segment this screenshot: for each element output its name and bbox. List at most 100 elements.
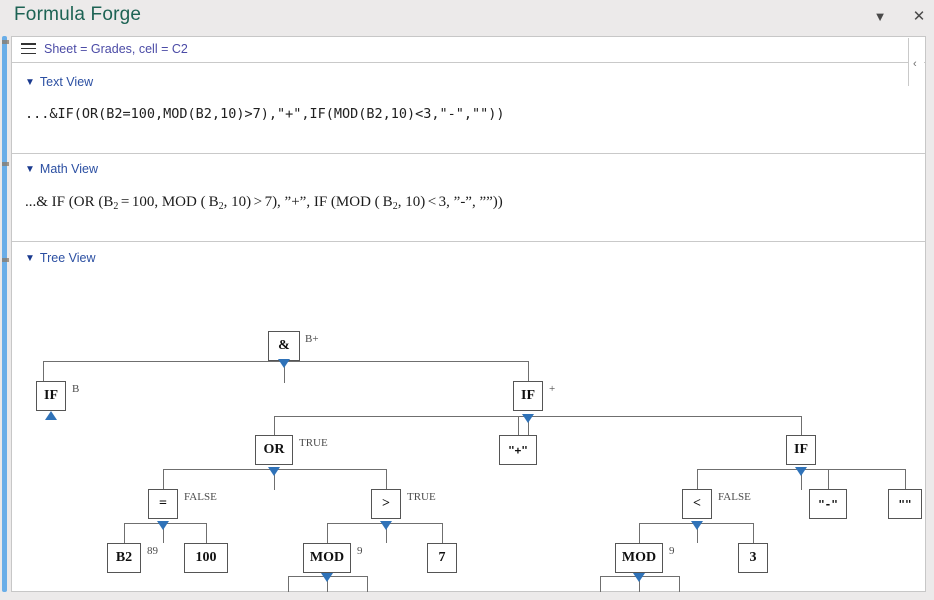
app-window: Formula Forge ▼ ✕ Sheet = Grades, cell =…: [0, 0, 934, 600]
tree-node-cellref-b2[interactable]: B2: [107, 543, 141, 573]
node-label: MOD: [309, 550, 345, 565]
vertical-scrollbar[interactable]: [2, 36, 9, 592]
node-tag-concat: B+: [305, 333, 319, 345]
title-bar: Formula Forge ▼ ✕: [0, 0, 934, 32]
collapse-toggle-icon[interactable]: [321, 573, 333, 582]
tree-node-number-3[interactable]: 3: [738, 543, 768, 573]
node-label: B2: [115, 550, 133, 565]
tree-edge: [274, 416, 801, 417]
math-b2-2: B2: [208, 194, 224, 212]
status-bar: [11, 592, 926, 600]
tree-edge: [163, 469, 164, 489]
tree-edge: [639, 523, 640, 543]
tree-edge: [327, 523, 328, 543]
chevron-down-icon: ▼: [25, 164, 35, 175]
close-button[interactable]: ✕: [910, 8, 928, 26]
collapse-sidebar-button[interactable]: ‹: [908, 38, 924, 86]
tree-node-if-left[interactable]: IF: [36, 381, 66, 411]
node-label: IF: [794, 442, 808, 457]
scrollbar-marker: [2, 258, 9, 262]
node-tag-mod-left: 9: [357, 545, 363, 557]
collapse-toggle-icon[interactable]: [633, 573, 645, 582]
collapse-toggle-icon[interactable]: [157, 521, 169, 530]
tree-node-mod-left[interactable]: MOD: [303, 543, 351, 573]
tree-node-equals[interactable]: =: [148, 489, 178, 519]
node-tag-greater-than: TRUE: [407, 491, 436, 503]
breadcrumb-bar: Sheet = Grades, cell = C2: [12, 37, 925, 63]
collapse-toggle-icon[interactable]: [795, 467, 807, 476]
tree-edge: [442, 523, 443, 543]
node-label: "": [898, 497, 912, 511]
chevron-left-icon: ‹: [913, 58, 917, 70]
math-equals: =: [120, 194, 130, 210]
tree-node-literal-minus[interactable]: "-": [809, 489, 847, 519]
section-divider: [12, 153, 925, 154]
collapse-toggle-icon[interactable]: [522, 414, 534, 423]
collapse-toggle-icon[interactable]: [691, 521, 703, 530]
node-label: "-": [818, 497, 838, 511]
collapse-toggle-icon[interactable]: [380, 521, 392, 530]
section-header-tree-view[interactable]: ▼ Tree View: [25, 251, 96, 265]
tree-edge: [828, 469, 829, 489]
collapse-toggle-icon[interactable]: [278, 359, 290, 368]
node-label: =: [159, 496, 167, 511]
tree-edge: [43, 361, 44, 381]
text-view-formula: ...&IF(OR(B2=100,MOD(B2,10)>7),"+",IF(MO…: [25, 106, 505, 122]
tree-node-number-7[interactable]: 7: [427, 543, 457, 573]
node-label: 100: [195, 550, 217, 565]
chevron-down-icon: ▼: [25, 77, 35, 88]
math-7: 7: [264, 194, 273, 210]
tree-node-less-than[interactable]: <: [682, 489, 712, 519]
tree-edge: [528, 361, 529, 381]
collapse-toggle-icon[interactable]: [268, 467, 280, 476]
tree-node-if-inner[interactable]: IF: [786, 435, 816, 465]
scrollbar-marker: [2, 40, 9, 44]
node-tag-equals: FALSE: [184, 491, 217, 503]
math-view-formula: ...& IF (OR (B2 = 100, MOD (B2, 10) >7), ”+…: [25, 194, 503, 212]
tree-node-if-right[interactable]: IF: [513, 381, 543, 411]
tree-edge: [206, 523, 207, 543]
tree-node-mod-right[interactable]: MOD: [615, 543, 663, 573]
expand-toggle-icon[interactable]: [45, 411, 57, 420]
node-tag-if-right: +: [549, 383, 556, 395]
tree-node-number-100[interactable]: 100: [184, 543, 228, 573]
tree-node-literal-plus[interactable]: "+": [499, 435, 537, 465]
math-mid: ), ”+”, IF (MOD (: [272, 194, 380, 210]
node-label: OR: [263, 442, 285, 457]
section-label-tree-view: Tree View: [39, 251, 96, 265]
math-10-2: 10: [405, 194, 421, 210]
node-label: IF: [521, 388, 535, 403]
tree-edge: [801, 416, 802, 436]
math-comma1: , MOD (: [154, 194, 206, 210]
tree-edge: [274, 416, 275, 436]
tree-node-or[interactable]: OR: [255, 435, 293, 465]
tree-node-concat[interactable]: &: [268, 331, 300, 361]
scrollbar-marker: [2, 162, 9, 166]
node-tag-mod-right: 9: [669, 545, 675, 557]
node-label: >: [382, 496, 390, 511]
breadcrumb[interactable]: Sheet = Grades, cell = C2: [44, 42, 188, 56]
node-label: 7: [438, 550, 446, 565]
node-tag-or: TRUE: [299, 437, 328, 449]
node-label: 3: [749, 550, 757, 565]
tree-node-greater-than[interactable]: >: [371, 489, 401, 519]
math-prefix: ...& IF (OR (: [25, 194, 104, 210]
node-label: "+": [508, 443, 528, 457]
minimize-button[interactable]: ▼: [871, 8, 889, 26]
node-tag-cellref-b2: 89: [147, 545, 158, 557]
math-b2-3: B2: [382, 194, 398, 212]
hamburger-icon[interactable]: [21, 43, 36, 56]
section-label-text-view: Text View: [39, 75, 94, 89]
tree-node-literal-empty[interactable]: "": [888, 489, 922, 519]
chevron-down-icon: ▼: [25, 253, 35, 264]
formula-tree: & B+ IF B IF + OR TRUE "+" IF = FALSE > …: [12, 317, 925, 600]
tree-edge: [386, 469, 387, 489]
math-100: 100: [131, 194, 155, 210]
tree-edge: [905, 469, 906, 489]
section-header-text-view[interactable]: ▼ Text View: [25, 75, 93, 89]
section-header-math-view[interactable]: ▼ Math View: [25, 162, 98, 176]
node-tag-less-than: FALSE: [718, 491, 751, 503]
node-label: <: [693, 496, 701, 511]
tree-edge: [753, 523, 754, 543]
node-label: MOD: [621, 550, 657, 565]
